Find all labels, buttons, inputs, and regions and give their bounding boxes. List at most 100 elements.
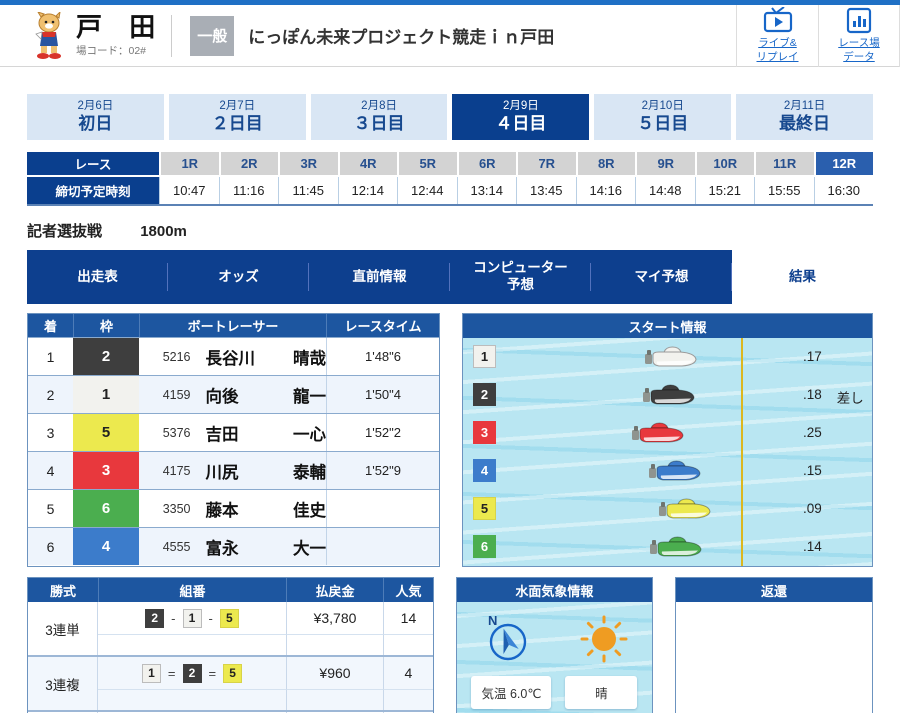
date-tab-4[interactable]: 2月9日 ４日目 (452, 94, 589, 140)
weather-title: 水面気象情報 (457, 578, 652, 602)
date-tab-3[interactable]: 2月8日 ３日目 (311, 94, 448, 140)
payout-column-header: 払戻金 (286, 578, 383, 602)
boat (642, 384, 696, 413)
racer-name: 富永大一 (206, 535, 327, 559)
payout-table: 勝式組番払戻金人気 3連単 2-1-5 ¥3,780 14 3連複 1=2=5 … (27, 577, 434, 713)
nav-tab-6[interactable]: 結果 (732, 250, 873, 304)
race-tab-6R[interactable]: 6R (457, 152, 517, 177)
lane-badge: 2 (473, 383, 496, 406)
boat-icon-lane-1 (644, 346, 698, 370)
lane-badge: 1 (473, 345, 496, 368)
deadline-time-9R: 14:48 (635, 177, 695, 204)
date-tab-6[interactable]: 2月11日 最終日 (736, 94, 873, 140)
results-table: 着枠ボートレーサーレースタイム 1 2 5216 長谷川晴哉 1'48"6 2 … (27, 313, 440, 567)
date-tab-day: ２日目 (212, 114, 263, 134)
race-tab-2R[interactable]: 2R (219, 152, 279, 177)
date-tab-date: 2月8日 (361, 100, 397, 114)
deadline-time-4R: 12:14 (338, 177, 398, 204)
race-tab-4R[interactable]: 4R (338, 152, 398, 177)
start-timing: .14 (803, 539, 822, 554)
date-tab-day: 初日 (78, 114, 112, 134)
race-tab-5R[interactable]: 5R (397, 152, 457, 177)
payout-row-3連複: 3連複 1=2=5 ¥960 4 (28, 655, 433, 710)
race-tab-9R[interactable]: 9R (635, 152, 695, 177)
compass-north-label: N (488, 613, 497, 628)
nav-tab-3[interactable]: 直前情報 (309, 250, 450, 304)
refund-body (676, 602, 872, 713)
lane-number-cell: 3 (73, 452, 139, 489)
grade-badge: 一般 (190, 16, 234, 56)
temperature-box: 気温 6.0℃ (471, 676, 551, 709)
racer-name: 川尻泰輔 (206, 459, 327, 483)
combo-lane-badge: 2 (183, 664, 202, 683)
date-tab-2[interactable]: 2月7日 ２日目 (169, 94, 306, 140)
date-tab-date: 2月9日 (503, 100, 539, 114)
race-title: にっぽん未来プロジェクト競走ｉｎ戸田 (248, 23, 554, 48)
results-table-body: 1 2 5216 長谷川晴哉 1'48"6 2 1 4159 向後龍一 1'50… (28, 337, 439, 565)
start-row-lane-1: 1 .17 (463, 338, 872, 376)
race-data-chart-icon (846, 7, 872, 34)
winning-technique: 差し (837, 387, 864, 407)
race-data-link[interactable]: レース場 データ (818, 5, 900, 67)
racer-number: 4159 (151, 388, 191, 402)
racer-name: 長谷川晴哉 (206, 345, 327, 369)
deadline-time-2R: 11:16 (219, 177, 279, 204)
deadline-time-5R: 12:44 (397, 177, 457, 204)
boat (644, 346, 698, 375)
start-timing: .17 (803, 349, 822, 364)
payout-column-header: 勝式 (28, 578, 98, 602)
refund-title: 返還 (676, 578, 872, 602)
live-replay-link[interactable]: ライブ& リプレイ (736, 5, 818, 67)
deadline-time-8R: 14:16 (576, 177, 636, 204)
date-tab-day: 最終日 (779, 114, 830, 134)
date-tab-1[interactable]: 2月6日 初日 (27, 94, 164, 140)
race-tab-1R[interactable]: 1R (159, 152, 219, 177)
deadline-time-6R: 13:14 (457, 177, 517, 204)
finish-place: 6 (28, 528, 73, 565)
race-tab-8R[interactable]: 8R (576, 152, 636, 177)
combo-separator: = (168, 666, 176, 681)
start-info-panel: スタート情報 1 .17 2 .18差し 3 (462, 313, 873, 567)
deadline-time-12R: 16:30 (814, 177, 874, 204)
race-time: 1'52"2 (326, 414, 439, 451)
date-tab-day: ５日目 (637, 114, 688, 134)
nav-tab-4[interactable]: コンピューター 予想 (450, 250, 591, 304)
winning-combination: 2-1-5 (98, 602, 286, 635)
date-tab-day: ４日目 (495, 114, 546, 134)
race-tab-11R[interactable]: 11R (754, 152, 814, 177)
race-distance: 1800m (140, 223, 187, 240)
racer-number: 5216 (151, 350, 191, 364)
race-data-label: レース場 データ (838, 37, 879, 63)
racer-name: 吉田一心 (206, 421, 327, 445)
header-links: ライブ& リプレイ レース場 データ (736, 5, 900, 67)
racer-number: 4555 (151, 540, 191, 554)
results-row: 5 6 3350 藤本佳史 (28, 489, 439, 527)
race-tab-3R[interactable]: 3R (278, 152, 338, 177)
nav-tab-1[interactable]: 出走表 (27, 250, 168, 304)
racer-number: 3350 (151, 502, 191, 516)
combo-separator: = (209, 666, 217, 681)
racer-cell: 3350 藤本佳史 (139, 490, 326, 527)
nav-tab-5[interactable]: マイ予想 (591, 250, 732, 304)
racer-cell: 4159 向後龍一 (139, 376, 326, 413)
date-tab-5[interactable]: 2月10日 ５日目 (594, 94, 731, 140)
racer-cell: 4555 富永大一 (139, 528, 326, 565)
results-row: 1 2 5216 長谷川晴哉 1'48"6 (28, 337, 439, 375)
race-tab-12R[interactable]: 12R (814, 152, 874, 177)
nav-tabs: 出走表オッズ直前情報コンピューター 予想マイ予想結果 (27, 250, 873, 304)
finish-place: 2 (28, 376, 73, 413)
deadline-time-3R: 11:45 (278, 177, 338, 204)
lane-badge: 6 (473, 535, 496, 558)
bet-type: 3連単 (28, 602, 98, 655)
date-tab-date: 2月6日 (78, 100, 114, 114)
popularity-rank: 14 (383, 602, 433, 635)
start-info-title: スタート情報 (463, 314, 872, 338)
weather-panel: 水面気象情報 N (456, 577, 653, 713)
lane-number-cell: 6 (73, 490, 139, 527)
race-tab-7R[interactable]: 7R (516, 152, 576, 177)
popularity-rank: 4 (383, 657, 433, 690)
start-row-lane-3: 3 .25 (463, 414, 872, 452)
nav-tab-2[interactable]: オッズ (168, 250, 309, 304)
boat-icon-lane-4 (648, 460, 702, 484)
race-tab-10R[interactable]: 10R (695, 152, 755, 177)
